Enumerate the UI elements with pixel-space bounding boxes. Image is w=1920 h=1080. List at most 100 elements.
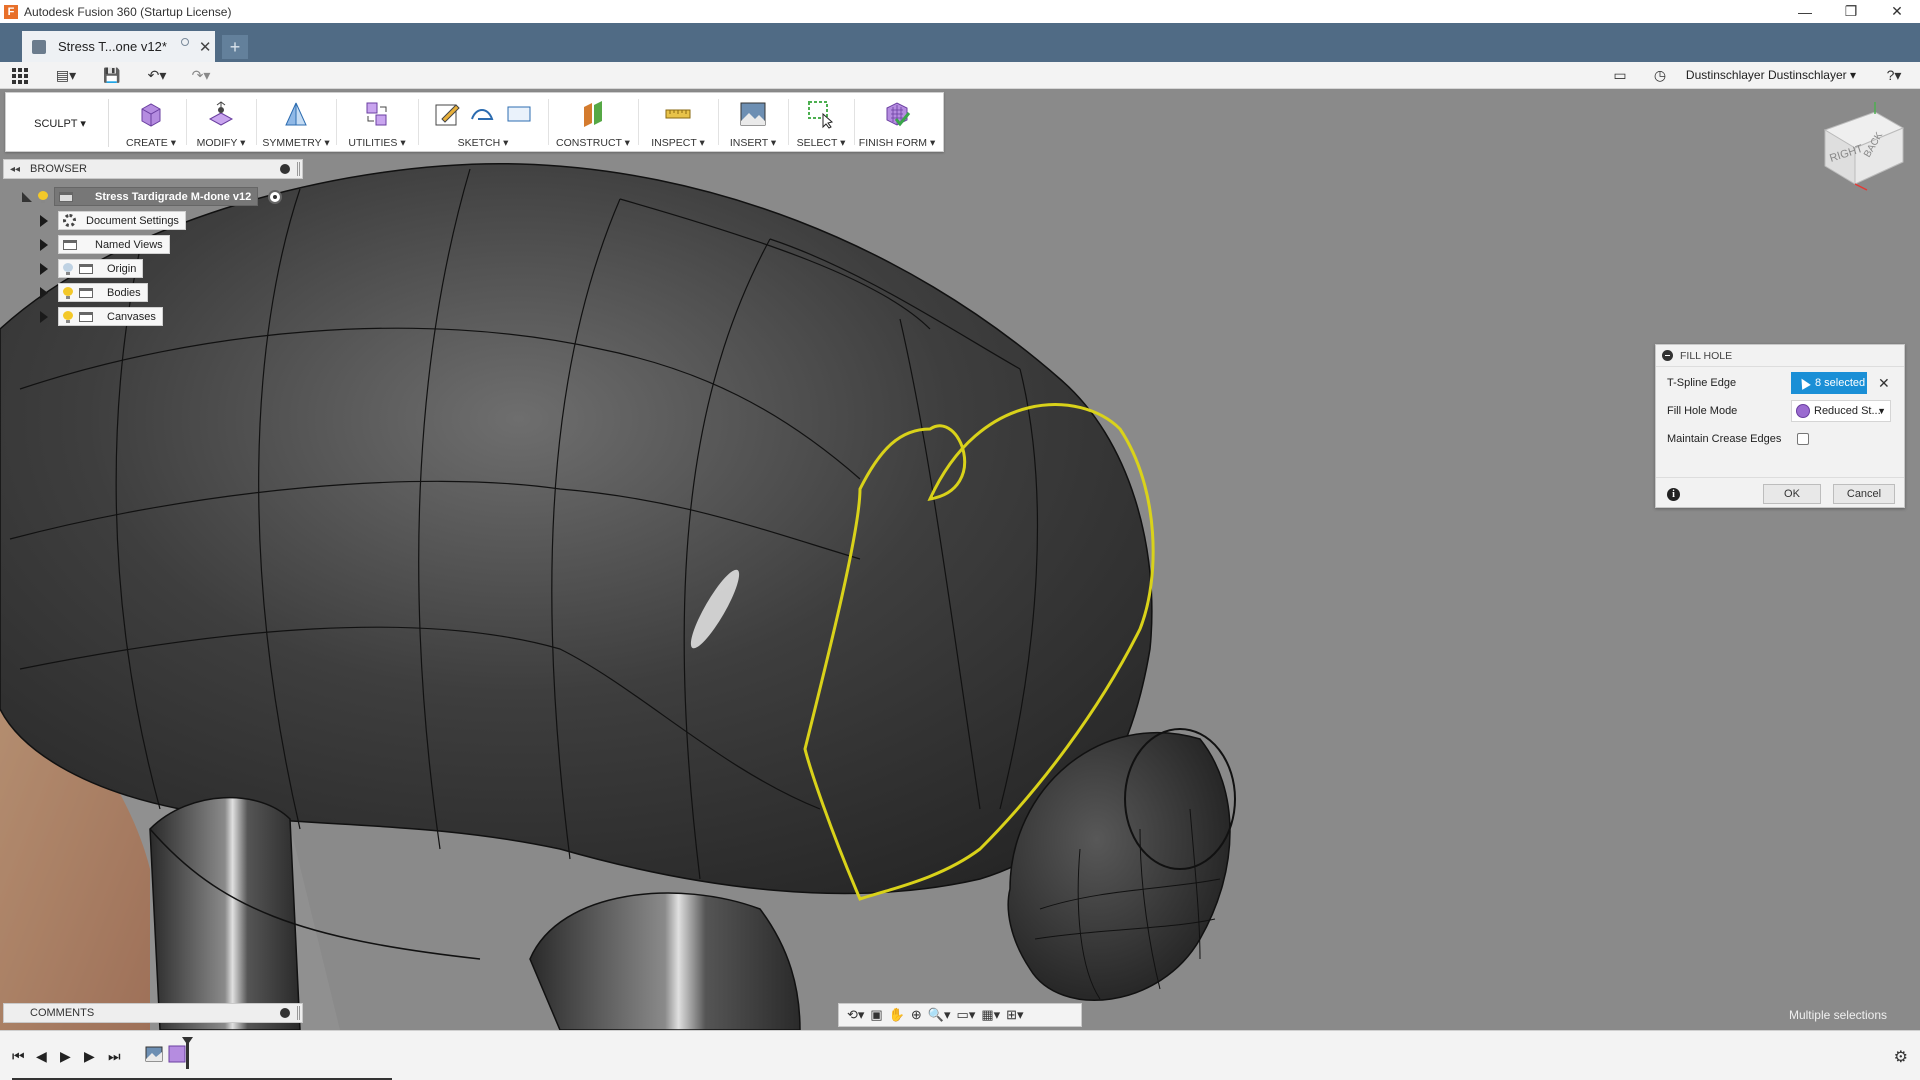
visibility-bulb-icon[interactable] — [63, 310, 73, 323]
expand-arrow-icon[interactable] — [22, 191, 32, 202]
go-to-start-button[interactable]: ⏮ — [12, 1048, 25, 1065]
maintain-crease-label: Maintain Crease Edges — [1667, 433, 1782, 445]
sketch-icon — [435, 104, 460, 126]
timeline-marker[interactable] — [186, 1041, 189, 1069]
file-icon: ▤▾ — [55, 67, 77, 83]
visibility-bulb-icon[interactable] — [63, 262, 73, 275]
timeline-settings-gear-icon[interactable]: ⚙ — [1894, 1047, 1908, 1067]
fill-hole-mode-value: Reduced St... — [1814, 405, 1881, 417]
tree-item-label: Bodies — [107, 286, 141, 299]
dialog-footer: i OK Cancel — [1656, 477, 1904, 508]
close-tab-icon[interactable]: ✕ — [199, 38, 212, 56]
step-forward-button[interactable]: ▶ — [84, 1048, 95, 1065]
utilities-group[interactable]: UTILITIES ▾ — [336, 93, 419, 151]
construct-group[interactable]: CONSTRUCT ▾ — [548, 93, 639, 151]
chevron-down-icon: ▼ — [1877, 406, 1886, 416]
ok-button[interactable]: OK — [1763, 484, 1821, 504]
browser-item-bodies[interactable]: Bodies — [40, 283, 148, 302]
redo-button[interactable]: ↷▾ — [186, 66, 216, 85]
finish-form-icon — [886, 102, 911, 127]
cancel-button[interactable]: Cancel — [1833, 484, 1895, 504]
workspace-switcher[interactable]: SCULPT ▾ — [16, 117, 104, 130]
fill-hole-mode-label: Fill Hole Mode — [1667, 405, 1738, 417]
browser-item-named-views[interactable]: Named Views — [40, 235, 170, 254]
undo-button[interactable]: ↶▾ — [142, 66, 172, 85]
browser-item-document-settings[interactable]: Document Settings — [40, 211, 186, 230]
browser-item-canvases[interactable]: Canvases — [40, 307, 163, 326]
display-settings-icon[interactable]: ▭▾ — [957, 1007, 976, 1023]
restore-button[interactable]: ❐ — [1828, 0, 1874, 23]
modify-icon — [208, 101, 234, 126]
tspline-model[interactable] — [0, 89, 1920, 1031]
add-comment-icon[interactable] — [280, 1008, 290, 1018]
canvas-feature-icon[interactable] — [145, 1045, 163, 1063]
browser-title: BROWSER — [30, 163, 87, 175]
clock-icon: ◷ — [1653, 67, 1667, 83]
utilities-icon — [366, 102, 387, 126]
insert-group[interactable]: INSERT ▾ — [718, 93, 789, 151]
browser-resize-grip[interactable] — [297, 162, 300, 176]
collapse-dialog-icon[interactable] — [1662, 350, 1673, 361]
dialog-header[interactable]: FILL HOLE — [1656, 345, 1904, 367]
play-button[interactable]: ▶ — [60, 1048, 71, 1065]
browser-panel-header[interactable]: ◂◂ BROWSER — [3, 159, 303, 179]
body-surface[interactable] — [0, 162, 1153, 895]
document-tab-label: Stress T...one v12* — [58, 39, 167, 54]
maintain-crease-checkbox[interactable] — [1797, 433, 1809, 445]
data-panel-button[interactable] — [12, 66, 28, 85]
finish-form-group[interactable]: FINISH FORM ▾ — [854, 93, 940, 151]
3d-viewport[interactable] — [0, 89, 1920, 1031]
form-feature-icon[interactable] — [168, 1045, 186, 1063]
expand-arrow-icon[interactable] — [40, 238, 48, 251]
file-menu-button[interactable]: ▤▾ — [52, 66, 80, 85]
browser-minimize-icon[interactable] — [280, 164, 290, 174]
browser-root-node[interactable]: Stress Tardigrade M-done v12 — [54, 187, 259, 206]
create-group[interactable]: CREATE ▾ — [116, 93, 187, 151]
visibility-bulb-icon[interactable] — [63, 286, 73, 299]
info-icon[interactable]: i — [1667, 488, 1680, 501]
save-button[interactable]: 💾 — [102, 66, 122, 85]
go-to-end-button[interactable]: ⏭ — [108, 1048, 121, 1065]
expand-arrow-icon[interactable] — [40, 214, 48, 227]
zoom-window-icon[interactable]: 🔍▾ — [928, 1007, 951, 1023]
viewports-icon[interactable]: ⊞▾ — [1006, 1007, 1023, 1023]
collapse-browser-icon[interactable]: ◂◂ — [10, 164, 20, 175]
modify-group[interactable]: MODIFY ▾ — [186, 93, 257, 151]
clear-selection-icon[interactable]: ✕ — [1878, 375, 1890, 392]
grid-settings-icon[interactable]: ▦▾ — [981, 1007, 1000, 1023]
select-group[interactable]: SELECT ▾ — [788, 93, 855, 151]
inspect-group[interactable]: INSPECT ▾ — [638, 93, 719, 151]
symmetry-group[interactable]: SYMMETRY ▾ — [256, 93, 337, 151]
sketch-group[interactable]: SKETCH ▾ — [418, 93, 549, 151]
job-status-button[interactable]: ◷ — [1650, 66, 1670, 85]
expand-arrow-icon[interactable] — [40, 286, 48, 299]
undo-icon: ↶▾ — [147, 67, 167, 83]
tspline-edge-selector[interactable]: 8 selected — [1791, 372, 1867, 394]
fill-hole-mode-dropdown[interactable]: Reduced St... ▼ — [1791, 400, 1891, 422]
help-button[interactable]: ?▾ — [1880, 66, 1908, 85]
zoom-icon[interactable]: ⊕ — [911, 1007, 922, 1023]
visibility-bulb-icon[interactable] — [38, 190, 48, 203]
close-window-button[interactable]: ✕ — [1874, 0, 1920, 23]
minimize-button[interactable]: — — [1782, 0, 1828, 23]
leg-front-right[interactable] — [529, 892, 801, 1031]
expand-arrow-icon[interactable] — [40, 262, 48, 275]
view-cube[interactable]: RIGHT BACK — [1815, 100, 1907, 192]
browser-root-row[interactable]: Stress Tardigrade M-done v12 — [22, 187, 283, 206]
new-tab-button[interactable]: + — [222, 35, 248, 59]
orbit-icon[interactable]: ⟲▾ — [847, 1007, 864, 1023]
look-at-icon[interactable]: ▣ — [870, 1007, 882, 1023]
leg-front-left[interactable] — [149, 796, 301, 1031]
comments-panel-header[interactable]: COMMENTS — [3, 1003, 303, 1023]
symmetry-icon — [285, 102, 307, 126]
pan-icon[interactable]: ✋ — [889, 1007, 905, 1023]
expand-arrow-icon[interactable] — [40, 310, 48, 323]
comments-resize-grip[interactable] — [297, 1006, 300, 1020]
document-tab[interactable]: Stress T...one v12* ✕ — [22, 31, 215, 62]
browser-item-origin[interactable]: Origin — [40, 259, 144, 278]
step-back-button[interactable]: ◀ — [36, 1048, 47, 1065]
user-account-menu[interactable]: Dustinschlayer Dustinschlayer ▾ — [1686, 68, 1856, 82]
root-label: Stress Tardigrade M-done v12 — [95, 190, 252, 203]
activate-component-icon[interactable] — [268, 189, 283, 204]
notifications-button[interactable]: ▭ — [1610, 66, 1630, 85]
